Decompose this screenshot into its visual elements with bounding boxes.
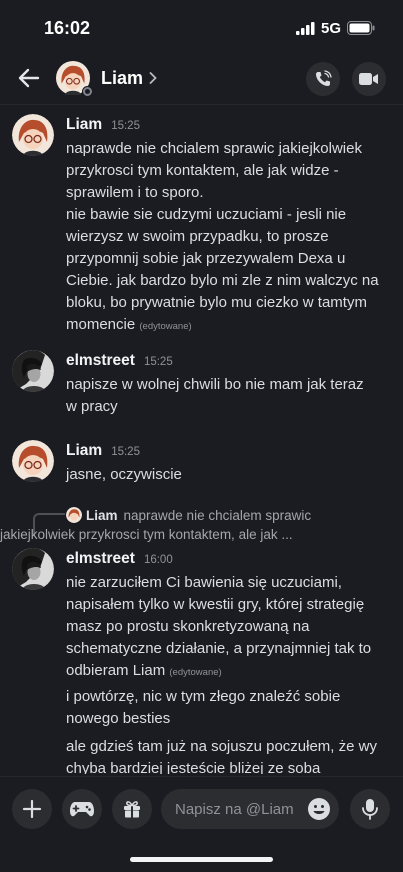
- message-header: Liam 15:25: [66, 442, 140, 460]
- message-line: chyba bardziej jesteście bliżej ze soba: [66, 760, 321, 774]
- header-avatar[interactable]: [56, 61, 93, 97]
- message-timestamp: 15:25: [111, 446, 140, 458]
- message-author[interactable]: elmstreet: [66, 550, 135, 568]
- message-line: nie zarzuciłem Ci bawienia się uczuciami…: [66, 574, 342, 591]
- message-line: nie bawie sie cudzymi uczuciami - jesli …: [66, 206, 347, 223]
- message-line: i powtórzę, nic w tym złego znaleźć sobi…: [66, 688, 341, 705]
- message-line: Ciebie. jak bardzo bylo mi zle z nim wal…: [66, 272, 379, 289]
- message-content[interactable]: nie zarzuciłem Ci bawienia się uczuciami…: [66, 572, 392, 684]
- add-attachment-button[interactable]: [12, 789, 52, 829]
- emoji-button[interactable]: [307, 797, 331, 821]
- message-header: elmstreet 15:25: [66, 352, 173, 370]
- message-header: Liam 15:25: [66, 116, 140, 134]
- status-offline-icon: [82, 86, 93, 97]
- message-line-last: momencie (edytowane): [66, 314, 392, 338]
- message-line: przykrosci tym kontaktem, ale jak widze …: [66, 162, 339, 179]
- message-author[interactable]: Liam: [66, 442, 102, 460]
- message-line: naprawde nie chcialem sprawic jakiejkolw…: [66, 140, 362, 157]
- message-author[interactable]: elmstreet: [66, 352, 135, 370]
- battery-icon: [347, 21, 375, 35]
- message-line: napisze w wolnej chwili bo nie mam jak t…: [66, 376, 364, 393]
- message-content[interactable]: i powtórzę, nic w tym złego znaleźć sobi…: [66, 686, 392, 730]
- elmstreet-avatar[interactable]: [12, 350, 54, 392]
- gamepad-icon: [70, 802, 94, 817]
- elmstreet-avatar-image: [12, 350, 54, 392]
- message-author[interactable]: Liam: [66, 116, 102, 134]
- status-bar: 16:02 5G: [0, 0, 403, 54]
- reply-text: naprawde nie chcialem sprawic: [123, 508, 312, 523]
- plus-icon: [22, 799, 42, 819]
- back-button[interactable]: [16, 65, 42, 91]
- message-content[interactable]: napisze w wolnej chwili bo nie mam jak t…: [66, 374, 392, 418]
- message-composer: [0, 776, 403, 841]
- chevron-right-icon[interactable]: [149, 72, 157, 84]
- liam-avatar-image: [12, 114, 54, 156]
- signal-icon: [295, 21, 315, 35]
- reply-text-continued: jakiejkolwiek przykrosci tym kontaktem, …: [0, 527, 293, 542]
- reply-preview[interactable]: Liam naprawde nie chcialem sprawic jakiej…: [0, 506, 391, 544]
- message-line: masz po prostu skonkretyzowaną na: [66, 618, 310, 635]
- message-line-last: odbieram Liam (edytowane): [66, 660, 392, 684]
- message-line: jasne, oczywiscie: [66, 466, 182, 483]
- header-user-name[interactable]: Liam: [101, 68, 143, 89]
- edited-label: (edytowane): [139, 321, 192, 332]
- reply-line-1: Liam naprawde nie chcialem sprawic: [66, 506, 391, 525]
- liam-avatar[interactable]: [12, 440, 54, 482]
- edited-label: (edytowane): [169, 667, 222, 678]
- video-camera-icon: [359, 73, 378, 85]
- message-line: w pracy: [66, 398, 118, 415]
- message-input[interactable]: [175, 800, 297, 818]
- liam-avatar[interactable]: [12, 114, 54, 156]
- smiley-icon: [308, 798, 330, 820]
- message-line: odbieram Liam: [66, 662, 166, 679]
- phone-icon: [316, 70, 332, 86]
- message-timestamp: 15:25: [143, 356, 173, 368]
- message-content[interactable]: naprawde nie chcialem sprawic jakiejkolw…: [66, 138, 392, 338]
- message-line: wierzysz w swoim przypadku, to prosze: [66, 228, 329, 245]
- video-call-button[interactable]: [352, 62, 386, 96]
- liam-avatar-image: [12, 440, 54, 482]
- message-line: bloku, bo prywatnie bylo mu ciezko w tam…: [66, 294, 367, 311]
- home-indicator[interactable]: [130, 857, 273, 862]
- network-type: 5G: [320, 19, 341, 37]
- reply-avatar: [66, 507, 82, 523]
- status-indicators: 5G: [295, 19, 375, 37]
- voice-message-button[interactable]: [350, 789, 390, 829]
- status-time: 16:02: [44, 17, 91, 38]
- message-line: nowego besties: [66, 710, 171, 727]
- liam-avatar-image: [66, 507, 82, 523]
- message-line: sprawilem i to sporo.: [66, 184, 204, 201]
- message-timestamp: 16:00: [143, 554, 173, 566]
- microphone-icon: [362, 799, 378, 820]
- message-header: elmstreet 16:00: [66, 550, 173, 568]
- message-line: schematyczne działanie, a przynajmniej t…: [66, 640, 372, 657]
- arrow-left-icon: [18, 68, 40, 88]
- message-line: przypomnij sobie jak przezywalem Dexa u: [66, 250, 346, 267]
- gift-icon: [124, 801, 140, 818]
- message-timestamp: 15:25: [111, 120, 140, 132]
- gift-button[interactable]: [112, 789, 152, 829]
- message-list[interactable]: Liam 15:25 naprawde nie chcialem sprawic…: [0, 104, 403, 774]
- message-content[interactable]: ale gdzieś tam już na sojuszu poczułem, …: [66, 736, 392, 774]
- elmstreet-avatar[interactable]: [12, 548, 54, 590]
- elmstreet-avatar-image: [12, 548, 54, 590]
- message-line: ale gdzieś tam już na sojuszu poczułem, …: [66, 738, 377, 755]
- message-line: napisałem tylko w kwestii gry, której st…: [66, 596, 365, 613]
- message-input-wrapper: [161, 789, 339, 829]
- voice-call-button[interactable]: [306, 62, 340, 96]
- activities-button[interactable]: [62, 789, 102, 829]
- reply-author: Liam: [86, 508, 118, 523]
- chat-header: Liam: [0, 54, 403, 102]
- message-content[interactable]: jasne, oczywiscie: [66, 464, 392, 486]
- message-line: momencie: [66, 316, 136, 333]
